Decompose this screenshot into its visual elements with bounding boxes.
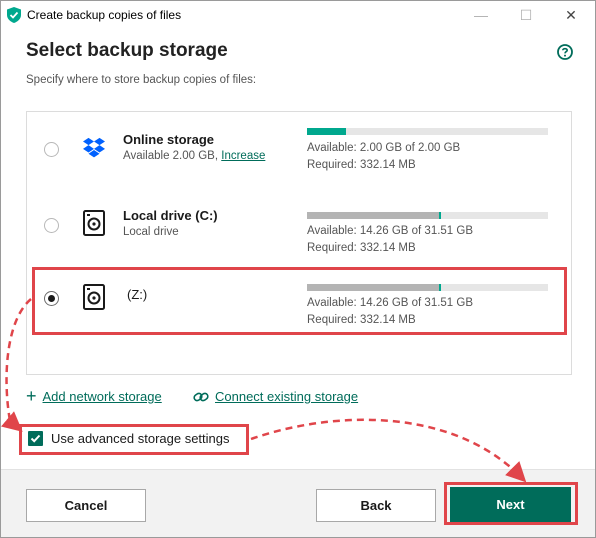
- cancel-button[interactable]: Cancel: [26, 489, 146, 522]
- dropbox-icon: [83, 137, 105, 158]
- link-chain-icon: [193, 392, 209, 401]
- increase-link[interactable]: Increase: [221, 150, 265, 162]
- page-subtitle: Specify where to store backup copies of …: [26, 74, 257, 86]
- storage-usage-fill: [307, 212, 439, 219]
- selected-storage-highlight: [32, 267, 567, 335]
- storage-name: Local drive (C:): [123, 208, 218, 223]
- storage-item-online[interactable]: Online storage Available 2.00 GB, Increa…: [27, 112, 571, 182]
- storage-description: Local drive: [123, 226, 179, 238]
- storage-name: Online storage: [123, 132, 215, 147]
- connect-existing-storage-link[interactable]: Connect existing storage: [193, 389, 358, 404]
- title-bar: Create backup copies of files — ☐ ✕: [1, 1, 595, 29]
- kaspersky-shield-icon: [7, 7, 21, 23]
- add-network-storage-link[interactable]: + Add network storage: [26, 386, 162, 406]
- storage-radio-local-c[interactable]: [44, 218, 59, 233]
- next-button-highlight: [444, 482, 578, 525]
- checkmark-icon: [30, 434, 41, 443]
- storage-available: Available: 14.26 GB of 31.51 GB: [307, 225, 474, 237]
- advanced-settings-checkbox[interactable]: [28, 431, 43, 446]
- storage-item-local-c[interactable]: Local drive (C:) Local drive Available: …: [27, 188, 571, 258]
- maximize-button[interactable]: ☐: [504, 1, 548, 29]
- add-network-storage-label: Add network storage: [42, 389, 162, 404]
- help-circle-icon[interactable]: [557, 44, 573, 60]
- storage-required: Required: 332.14 MB: [307, 242, 416, 254]
- back-button[interactable]: Back: [316, 489, 436, 522]
- dialog-window: Create backup copies of files — ☐ ✕ Sele…: [0, 0, 596, 538]
- close-button[interactable]: ✕: [549, 1, 593, 29]
- storage-list: Online storage Available 2.00 GB, Increa…: [26, 111, 572, 375]
- storage-usage-bar: [307, 128, 548, 135]
- minimize-button[interactable]: —: [459, 1, 503, 29]
- storage-available: Available: 2.00 GB of 2.00 GB: [307, 142, 461, 154]
- storage-description: Available 2.00 GB, Increase: [123, 150, 266, 162]
- storage-usage-marker: [438, 212, 441, 219]
- connect-existing-storage-label: Connect existing storage: [215, 389, 359, 404]
- page-title: Select backup storage: [26, 40, 228, 61]
- plus-icon: +: [26, 386, 37, 406]
- storage-usage-bar: [307, 212, 548, 219]
- hard-drive-icon: [83, 210, 105, 236]
- advanced-settings-label: Use advanced storage settings: [51, 431, 230, 446]
- storage-required: Required: 332.14 MB: [307, 159, 416, 171]
- advanced-settings-checkbox-row[interactable]: Use advanced storage settings: [28, 431, 230, 446]
- storage-radio-online[interactable]: [44, 142, 59, 157]
- storage-usage-fill: [307, 128, 346, 135]
- window-title: Create backup copies of files: [27, 8, 182, 22]
